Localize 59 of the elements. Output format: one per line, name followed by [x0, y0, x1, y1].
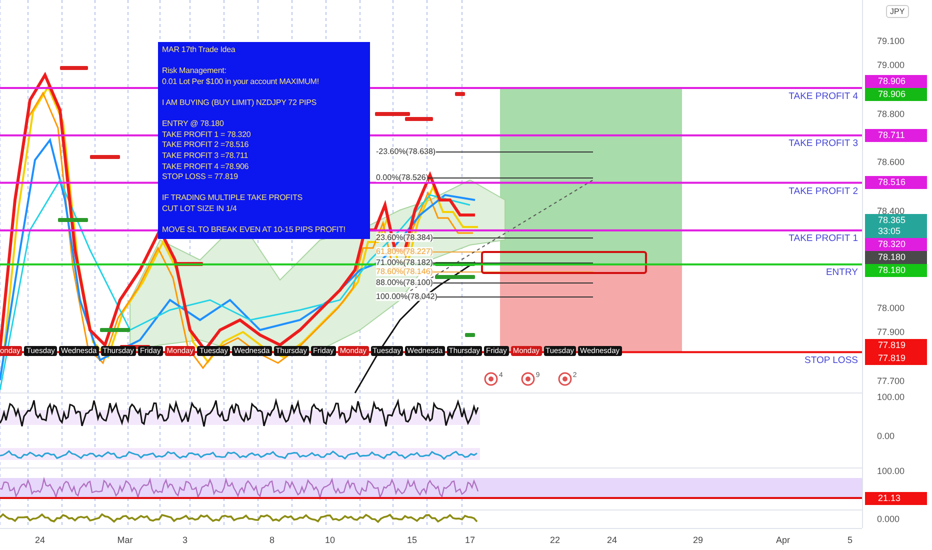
price-badge: 78.320 [865, 238, 927, 252]
price-tick-label: 77.900 [877, 327, 905, 338]
date-tick-label: 22 [550, 535, 560, 545]
date-tick-label: Apr [776, 535, 790, 545]
price-level-label: ENTRY [826, 267, 858, 278]
price-tick-label: 79.000 [877, 60, 905, 70]
date-tick-label: 3 [182, 535, 188, 545]
event-marker-icon[interactable] [558, 372, 572, 386]
fib-level-label: 71.00%(78.182) [376, 258, 433, 267]
fib-level-label: 88.00%(78.100) [376, 278, 433, 287]
price-tick-label: 79.100 [877, 36, 905, 46]
date-tick-label: 24 [35, 535, 45, 545]
fib-level-label: 23.60%(78.384) [376, 233, 433, 242]
trade-note-text: ENTRY @ 78.180 TAKE PROFIT 1 = 78.320 TAKE PROFIT 2 =78.516 TAKE PROFIT 3 =78.711 TAKE PROFIT 4 =78.906 STOP LOSS = 77.819 [162, 119, 252, 183]
date-tick-label: 24 [607, 535, 617, 545]
date-tick-label: 29 [693, 535, 703, 545]
fib-level-label: 0.00%(78.526) [376, 173, 428, 182]
event-marker-icon[interactable] [484, 372, 498, 386]
price-level-label: STOP LOSS [804, 355, 858, 366]
trade-note-text: I AM BUYING (BUY LIMIT) NZDJPY 72 PIPS [162, 98, 318, 109]
indicator-tick-label: 100.00 [877, 466, 905, 476]
price-tick-label: 78.600 [877, 157, 905, 168]
price-badge: 78.180 [865, 264, 927, 278]
date-tick-label: 15 [407, 535, 417, 545]
indicator-value-badge: 21.13 [865, 492, 927, 505]
indicator-tick-label: 0.000 [877, 514, 900, 524]
fib-level-label: 100.00%(78.042) [376, 292, 438, 301]
last-price-badge: 78.365 33:05 [865, 214, 927, 238]
fib-level-label: 61.80%(78.227) [376, 247, 433, 256]
event-marker-icon[interactable] [520, 372, 535, 386]
date-tick-label: 17 [465, 535, 475, 545]
price-tick-label: 78.800 [877, 108, 905, 119]
price-level-label: TAKE PROFIT 3 [788, 138, 858, 150]
date-tick-label: 5 [848, 535, 852, 545]
price-tick-label: 78.400 [877, 206, 905, 216]
currency-label[interactable]: JPY [886, 5, 909, 18]
trade-note-text: MAR 17th Trade Idea [162, 45, 236, 56]
price-badge: 77.819 [865, 339, 927, 352]
price-badge: 78.906 [865, 75, 927, 88]
indicator-tick-label: 0.00 [877, 431, 895, 441]
price-badge: 78.711 [865, 128, 927, 142]
price-badge: 77.819 [865, 352, 927, 366]
price-level-label: TAKE PROFIT 4 [788, 91, 858, 102]
date-tick-label: 10 [325, 535, 335, 545]
date-tick-label: Mar [117, 535, 133, 545]
price-badge: 78.906 [865, 88, 927, 101]
price-badge: 78.180 [865, 251, 927, 264]
date-tick-label: 8 [270, 535, 274, 545]
price-level-label: TAKE PROFIT 1 [788, 233, 858, 244]
trade-note-text: MOVE SL TO BREAK EVEN AT 10-15 PIPS PROFIT! [162, 225, 346, 236]
fib-level-label: -23.60%(78.638) [376, 147, 436, 156]
trade-note-text: IF TRADING MULTIPLE TAKE PROFITS CUT LOT SIZE IN 1/4 [162, 193, 304, 214]
price-tick-label: 77.700 [877, 376, 905, 386]
fib-level-label: 78.60%(78.146) [376, 267, 433, 276]
trade-note-text: Risk Management: 0.01 Lot Per $100 in your account MAXIMUM! [162, 66, 320, 88]
price-tick-label: 78.000 [877, 303, 905, 314]
price-level-label: TAKE PROFIT 2 [788, 186, 858, 197]
indicator-tick-label: 100.00 [877, 392, 905, 402]
price-badge: 78.516 [865, 176, 927, 190]
